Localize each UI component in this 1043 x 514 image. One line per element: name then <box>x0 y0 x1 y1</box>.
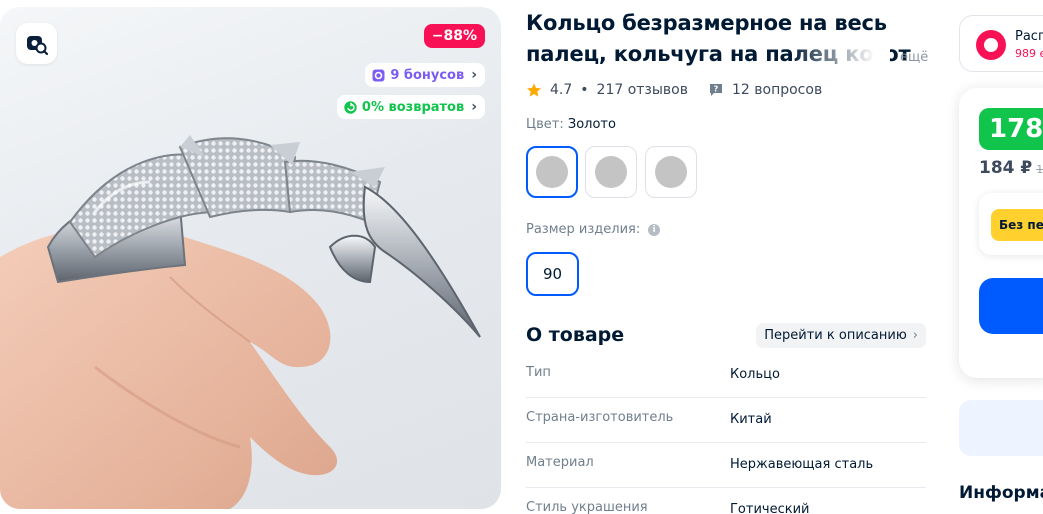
bonus-label: 9 бонусов <box>390 67 465 83</box>
color-swatch-2[interactable] <box>585 146 637 198</box>
spec-table: Тип Кольцо Страна-изготовитель Китай Мат… <box>526 353 926 514</box>
question-icon: ? <box>710 84 722 96</box>
chevron-right-icon: › <box>471 67 477 83</box>
spec-key: Материал <box>526 455 594 470</box>
info-icon[interactable]: i <box>648 223 661 236</box>
product-gallery[interactable]: −88% 9 бонусов › 0% возвратов › <box>0 7 501 509</box>
color-value: Золото <box>567 117 616 132</box>
color-label: Цвет: Золото <box>526 117 616 132</box>
goto-description-button[interactable]: Перейти к описанию › <box>756 323 926 348</box>
product-page: −88% 9 бонусов › 0% возвратов › Кольцо б… <box>0 0 1043 514</box>
color-swatch-3[interactable] <box>645 146 697 198</box>
add-to-cart-button[interactable] <box>979 278 1043 334</box>
info-heading: Информа <box>959 483 1043 503</box>
questions-link[interactable]: 12 вопросов <box>732 82 822 98</box>
spec-value: Готический <box>730 502 810 514</box>
rating-value: 4.7 <box>550 82 573 98</box>
discount-badge: −88% <box>423 24 485 48</box>
price-main: 178 ₽ <box>979 108 1043 150</box>
spec-row: Страна-изготовитель Китай <box>526 398 926 443</box>
spec-row: Материал Нержавеющая сталь <box>526 443 926 488</box>
spec-key: Тип <box>526 365 551 380</box>
seller-name: Расп <box>1015 29 1043 44</box>
photo-search-icon <box>26 35 48 55</box>
spec-row: Стиль украшения Готический <box>526 488 926 514</box>
returns-pill[interactable]: 0% возвратов › <box>336 95 485 119</box>
star-icon <box>527 83 541 97</box>
seller-card[interactable]: Расп 989 е <box>959 15 1043 72</box>
price-old: 1 5 <box>1036 163 1043 176</box>
promo-block[interactable] <box>959 400 1043 456</box>
spec-value: Нержавеющая сталь <box>730 457 874 472</box>
rating-separator: • <box>580 82 589 98</box>
chevron-right-icon: › <box>471 99 477 115</box>
seller-sub: 989 е <box>1015 47 1043 60</box>
returns-icon <box>344 100 357 114</box>
installment-tag: Без пер <box>991 209 1043 241</box>
photo-search-button[interactable] <box>16 23 57 64</box>
spec-key: Стиль украшения <box>526 500 648 514</box>
spec-value: Китай <box>730 412 772 427</box>
spec-row: Тип Кольцо <box>526 353 926 398</box>
price-second: 184 ₽1 5 <box>979 158 1043 178</box>
spec-key: Страна-изготовитель <box>526 410 674 425</box>
size-label: Размер изделия: i <box>526 222 661 237</box>
spec-value: Кольцо <box>730 367 780 382</box>
size-option[interactable]: 90 <box>526 252 579 296</box>
chevron-right-icon: › <box>912 328 918 343</box>
rating-row: 4.7 • 217 отзывов ? 12 вопросов <box>526 82 822 98</box>
bonus-pill[interactable]: 9 бонусов › <box>365 63 485 87</box>
price-card: 178 ₽ 184 ₽1 5 Без пер <box>959 88 1043 378</box>
title-more-link[interactable]: ещё <box>900 50 928 65</box>
svg-text:?: ? <box>714 85 719 94</box>
about-heading: О товаре <box>526 324 625 346</box>
color-swatch-1[interactable] <box>526 146 578 198</box>
returns-label: 0% возвратов <box>361 99 465 115</box>
title-fade <box>790 40 890 70</box>
bonus-icon <box>372 69 385 81</box>
installment-block[interactable]: Без пер <box>979 193 1043 255</box>
seller-logo-icon <box>976 30 1006 60</box>
reviews-link[interactable]: 217 отзывов <box>597 82 688 98</box>
